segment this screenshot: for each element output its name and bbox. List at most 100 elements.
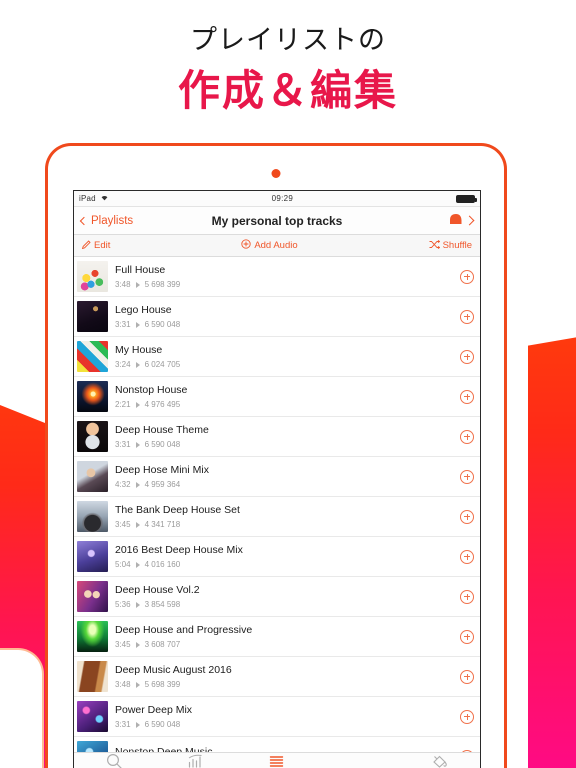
shuffle-button[interactable]: Shuffle: [429, 239, 472, 252]
add-circle-icon[interactable]: [460, 269, 474, 284]
tab-search[interactable]: Search: [80, 753, 150, 768]
tab-color-skins[interactable]: Color Skins: [404, 753, 474, 768]
play-count-icon: [135, 601, 140, 608]
track-row[interactable]: Full House 3:48 5 698 399: [74, 257, 480, 297]
track-row[interactable]: Lego House 3:31 6 590 048: [74, 297, 480, 337]
track-info: Deep House Theme 3:31 6 590 048: [115, 424, 460, 449]
track-meta: 3:48 5 698 399: [115, 680, 460, 689]
add-circle-icon[interactable]: [460, 509, 474, 524]
track-row[interactable]: My House 3:24 6 024 705: [74, 337, 480, 377]
track-row[interactable]: Deep Music August 2016 3:48 5 698 399: [74, 657, 480, 697]
track-title: The Bank Deep House Set: [115, 504, 240, 516]
track-play-count: 6 590 048: [144, 720, 181, 729]
play-count-icon: [135, 401, 140, 408]
album-art: [77, 541, 108, 572]
chevron-right-icon: [464, 215, 475, 226]
pencil-icon: [81, 239, 91, 252]
track-duration: 5:36: [115, 600, 131, 609]
decorative-notch-left: [0, 648, 44, 768]
track-meta: 5:36 3 854 598: [115, 600, 460, 609]
navigation-bar: Playlists My personal top tracks: [74, 207, 480, 235]
track-play-count: 6 590 048: [144, 320, 181, 329]
track-info: Deep Music August 2016 3:48 5 698 399: [115, 664, 460, 689]
headline-line-1: プレイリストの: [190, 25, 386, 56]
play-count-icon: [135, 641, 140, 648]
track-info: Lego House 3:31 6 590 048: [115, 304, 460, 329]
track-title: Deep House Theme: [115, 424, 209, 436]
track-info: Deep House and Progressive 3:45 3 608 707: [115, 624, 460, 649]
now-playing-button[interactable]: [449, 212, 475, 230]
track-duration: 5:04: [115, 560, 131, 569]
add-circle-icon[interactable]: [460, 389, 474, 404]
track-meta: 3:31 6 590 048: [115, 440, 460, 449]
shuffle-icon: [429, 239, 440, 252]
track-title: Deep House Vol.2: [115, 584, 200, 596]
track-row[interactable]: Nonstop House 2:21 4 976 495: [74, 377, 480, 417]
add-circle-icon[interactable]: [460, 709, 474, 724]
back-to-playlists-button[interactable]: Playlists: [79, 215, 133, 227]
track-play-count: 5 698 399: [144, 280, 181, 289]
track-duration: 2:21: [115, 400, 131, 409]
track-title: Deep House and Progressive: [115, 624, 253, 636]
track-list[interactable]: Full House 3:48 5 698 399 Lego House 3:31 6 5…: [74, 257, 480, 768]
add-circle-icon[interactable]: [460, 349, 474, 364]
add-circle-icon[interactable]: [460, 629, 474, 644]
track-play-count: 6 024 705: [144, 360, 181, 369]
track-title: Lego House: [115, 304, 172, 316]
carrier-label: iPad: [79, 194, 96, 203]
status-time: 09:29: [271, 194, 294, 203]
track-meta: 4:32 4 959 364: [115, 480, 460, 489]
album-art: [77, 421, 108, 452]
add-circle-icon[interactable]: [460, 469, 474, 484]
status-right: [456, 194, 477, 203]
add-circle-icon[interactable]: [460, 429, 474, 444]
track-row[interactable]: Power Deep Mix 3:31 6 590 048: [74, 697, 480, 737]
edit-button[interactable]: Edit: [81, 239, 110, 252]
track-play-count: 6 590 048: [144, 440, 181, 449]
add-circle-icon[interactable]: [460, 669, 474, 684]
track-row[interactable]: Deep Hose Mini Mix 4:32 4 959 364: [74, 457, 480, 497]
track-duration: 3:48: [115, 680, 131, 689]
track-duration: 3:48: [115, 280, 131, 289]
track-duration: 3:24: [115, 360, 131, 369]
album-art: [77, 661, 108, 692]
track-row[interactable]: The Bank Deep House Set 3:45 4 341 718: [74, 497, 480, 537]
track-row[interactable]: Deep House and Progressive 3:45 3 608 707: [74, 617, 480, 657]
track-row[interactable]: Deep House Vol.2 5:36 3 854 598: [74, 577, 480, 617]
track-duration: 3:45: [115, 640, 131, 649]
album-art: [77, 261, 108, 292]
track-title: Nonstop House: [115, 384, 188, 396]
headline-line-2: 作成＆編集: [177, 66, 398, 115]
track-row[interactable]: 2016 Best Deep House Mix 5:04 4 016 160: [74, 537, 480, 577]
decorative-gradient-right: [528, 336, 576, 768]
tab-favorites[interactable]: Favorites: [323, 753, 393, 768]
track-duration: 3:31: [115, 720, 131, 729]
status-bar: iPad 09:29: [74, 191, 480, 207]
track-meta: 3:24 6 024 705: [115, 360, 460, 369]
play-count-icon: [135, 721, 140, 728]
tab-playlists[interactable]: Playlists: [242, 753, 312, 768]
track-info: Deep House Vol.2 5:36 3 854 598: [115, 584, 460, 609]
camera-dot: [271, 169, 281, 178]
wifi-icon: [100, 194, 109, 203]
tab-charts[interactable]: Charts: [161, 753, 231, 768]
chevron-left-icon: [79, 216, 89, 225]
track-row[interactable]: Deep House Theme 3:31 6 590 048: [74, 417, 480, 457]
add-audio-button[interactable]: Add Audio: [110, 239, 428, 252]
album-art: [77, 461, 108, 492]
track-title: 2016 Best Deep House Mix: [115, 544, 243, 556]
speaker-icon: [449, 212, 463, 230]
tab-bar: Search Charts Playlists Favorites Color Skin…: [74, 752, 480, 768]
play-count-icon: [135, 441, 140, 448]
track-meta: 3:45 4 341 718: [115, 520, 460, 529]
add-circle-icon[interactable]: [460, 309, 474, 324]
promo-page: プレイリストの 作成＆編集 iPad 09:29 Playlists My pe…: [0, 0, 576, 768]
search-icon: [106, 753, 123, 768]
play-count-icon: [135, 281, 140, 288]
list-icon: [268, 753, 285, 768]
track-duration: 3:45: [115, 520, 131, 529]
add-circle-icon[interactable]: [460, 589, 474, 604]
track-play-count: 4 959 364: [144, 480, 181, 489]
album-art: [77, 381, 108, 412]
add-circle-icon[interactable]: [460, 549, 474, 564]
